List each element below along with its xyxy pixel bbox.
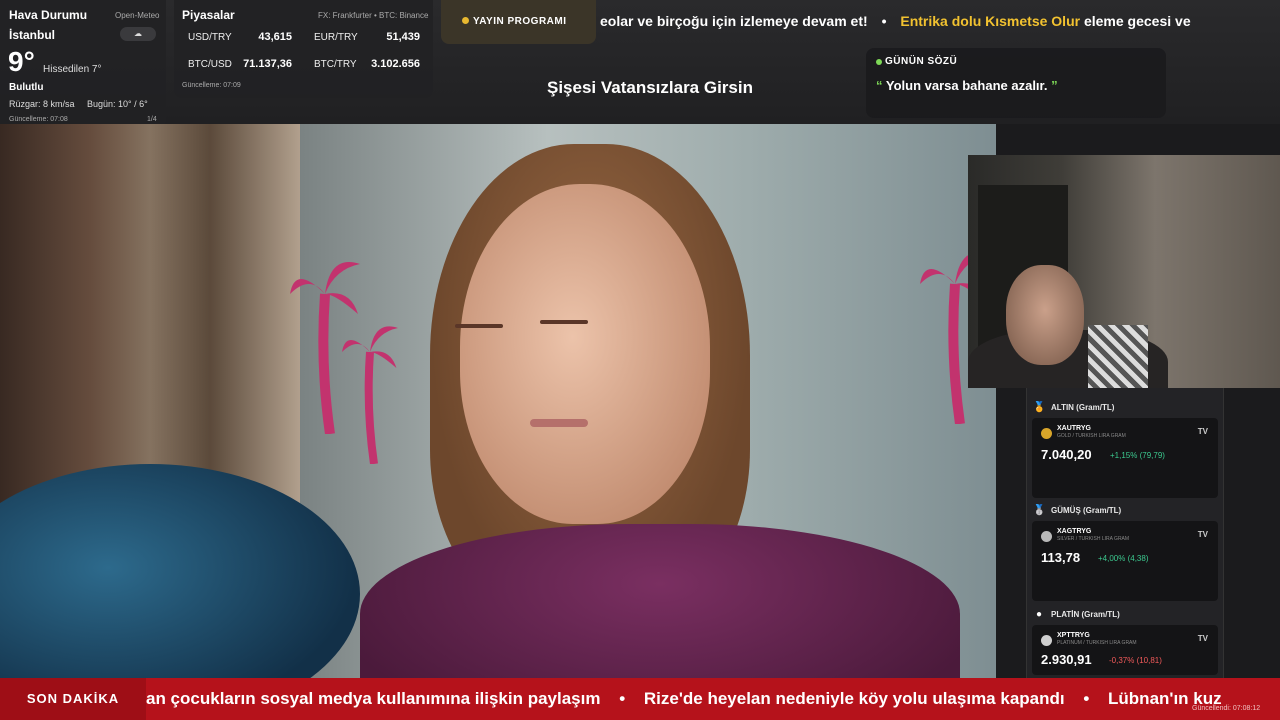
top-ticker: eolar ve birçoğu için izlemeye devam et!… bbox=[600, 13, 1280, 35]
market-value: 3.102.656 bbox=[371, 58, 420, 70]
schedule-dot-icon bbox=[462, 17, 469, 24]
platinum-dot-icon: ● bbox=[1035, 609, 1043, 620]
tradingview-logo-icon: TV bbox=[1197, 634, 1208, 643]
commodity-symbol: XPTTRYG bbox=[1057, 632, 1090, 639]
ticker-separator: • bbox=[1083, 689, 1090, 708]
commodity-card[interactable]: XAGTRYG SILVER / TURKISH LIRA GRAM TV 11… bbox=[1032, 521, 1218, 601]
top-ticker-text: eolar ve birçoğu için izlemeye devam et! bbox=[600, 13, 868, 29]
markets-title: Piyasalar bbox=[182, 8, 235, 22]
market-value: 71.137,36 bbox=[243, 58, 292, 70]
weather-page-indicator: 1/4 bbox=[147, 116, 157, 123]
news-item: Rize'de heyelan nedeniyle köy yolu ulaşı… bbox=[643, 689, 1065, 708]
market-label: BTC/USD bbox=[188, 59, 232, 70]
gold-medal-icon: 🏅 bbox=[1033, 402, 1046, 413]
webcam-person-head bbox=[1006, 265, 1084, 365]
weather-source: Open-Meteo bbox=[115, 11, 160, 20]
top-ticker-highlight: Entrika dolu Kısmetse Olur bbox=[900, 13, 1081, 29]
commodity-title: GÜMÜŞ (Gram/TL) bbox=[1051, 506, 1122, 515]
weather-temperature: 9° bbox=[8, 46, 35, 77]
quote-of-the-day: GÜNÜN SÖZÜ “ Yolun varsa bahane azalır. … bbox=[866, 48, 1166, 118]
commodity-symbol: XAGTRYG bbox=[1057, 528, 1092, 535]
commodity-card[interactable]: XAUTRYG GOLD / TURKISH LIRA GRAM TV 7.04… bbox=[1032, 418, 1218, 498]
weather-title: Hava Durumu bbox=[9, 8, 88, 22]
broadcast-schedule-label: YAYIN PROGRAMI bbox=[473, 16, 567, 27]
commodity-desc: SILVER / TURKISH LIRA GRAM bbox=[1057, 536, 1130, 542]
quote-label: GÜNÜN SÖZÜ bbox=[885, 56, 958, 67]
markets-updated: Güncelleme: 07:09 bbox=[182, 82, 241, 89]
commodity-change: +4,00% (4,38) bbox=[1098, 554, 1149, 563]
weather-city: İstanbul bbox=[9, 28, 56, 42]
tradingview-logo-icon: TV bbox=[1197, 530, 1208, 539]
mouth bbox=[530, 419, 588, 427]
quote-open-mark: “ bbox=[876, 78, 883, 93]
commodity-price: 113,78 bbox=[1041, 550, 1081, 565]
commodities-panel: 🏅 ALTIN (Gram/TL) XAUTRYG GOLD / TURKISH… bbox=[1026, 388, 1224, 678]
commodity-card[interactable]: XPTTRYG PLATINUM / TURKISH LIRA GRAM TV … bbox=[1032, 625, 1218, 675]
news-item: an çocukların sosyal medya kullanımına i… bbox=[146, 689, 601, 708]
ticker-separator: • bbox=[619, 689, 626, 708]
breaking-news-label: SON DAKİKA bbox=[0, 678, 146, 720]
weather-feels-like: Hissedilen 7° bbox=[43, 64, 102, 75]
silver-medal-icon: 🥈 bbox=[1033, 505, 1046, 516]
top-ticker-text: eleme gecesi ve bbox=[1083, 13, 1191, 29]
quote-text: Yolun varsa bahane azalır. bbox=[885, 78, 1048, 93]
commodity-price: 7.040,20 bbox=[1041, 447, 1092, 462]
commodity-symbol: XAUTRYG bbox=[1057, 425, 1091, 432]
eye-closed bbox=[540, 320, 588, 324]
tradingview-logo-icon: TV bbox=[1197, 427, 1208, 436]
quote-close-mark: ” bbox=[1051, 78, 1058, 93]
markets-source: FX: Frankfurter • BTC: Binance bbox=[318, 11, 429, 20]
quote-text-line: “ Yolun varsa bahane azalır. ” bbox=[876, 78, 1058, 93]
coin-icon bbox=[1041, 635, 1052, 646]
commodity-title: ALTIN (Gram/TL) bbox=[1051, 403, 1115, 412]
palm-decal-icon bbox=[342, 326, 398, 464]
weather-widget: Hava Durumu Open-Meteo İstanbul ☁ 9° His… bbox=[0, 0, 166, 128]
coin-icon bbox=[1041, 428, 1052, 439]
market-label: EUR/TRY bbox=[314, 32, 358, 43]
market-value: 43,615 bbox=[258, 31, 292, 43]
person-face bbox=[460, 184, 710, 524]
weather-today: Bugün: 10° / 6° bbox=[87, 99, 148, 109]
breaking-news-bar: SON DAKİKA an çocukların sosyal medya ku… bbox=[0, 678, 1280, 720]
commodity-change: -0,37% (10,81) bbox=[1109, 656, 1162, 665]
cloud-icon: ☁ bbox=[120, 27, 156, 41]
show-title: Şişesi Vatansızlara Girsin bbox=[546, 78, 753, 97]
ticker-separator: • bbox=[881, 13, 887, 29]
market-value: 51,439 bbox=[386, 31, 420, 43]
weather-wind: Rüzgar: 8 km/sa bbox=[9, 99, 75, 109]
webcam-shirt bbox=[1088, 325, 1148, 388]
breaking-news-updated: Güncellendi: 07:08:12 bbox=[1192, 705, 1261, 712]
commodity-change: +1,15% (79,79) bbox=[1110, 451, 1165, 460]
market-label: USD/TRY bbox=[188, 32, 232, 43]
commodity-desc: PLATINUM / TURKISH LIRA GRAM bbox=[1057, 640, 1137, 646]
weather-updated: Güncelleme: 07:08 bbox=[9, 116, 68, 123]
commodity-desc: GOLD / TURKISH LIRA GRAM bbox=[1057, 433, 1126, 439]
markets-widget: Piyasalar FX: Frankfurter • BTC: Binance… bbox=[174, 0, 433, 98]
main-video-player[interactable] bbox=[0, 124, 996, 678]
webcam-overlay bbox=[968, 155, 1280, 388]
quote-dot-icon bbox=[876, 59, 882, 65]
person-shirt bbox=[360, 524, 960, 678]
commodity-title: PLATİN (Gram/TL) bbox=[1051, 610, 1120, 619]
commodity-price: 2.930,91 bbox=[1041, 652, 1092, 667]
eye-closed bbox=[455, 324, 503, 328]
coin-icon bbox=[1041, 531, 1052, 542]
broadcast-schedule-button[interactable]: YAYIN PROGRAMI bbox=[441, 0, 596, 44]
weather-condition: Bulutlu bbox=[9, 82, 44, 93]
foreground-blur bbox=[0, 464, 360, 678]
breaking-news-ticker: an çocukların sosyal medya kullanımına i… bbox=[146, 678, 1280, 720]
